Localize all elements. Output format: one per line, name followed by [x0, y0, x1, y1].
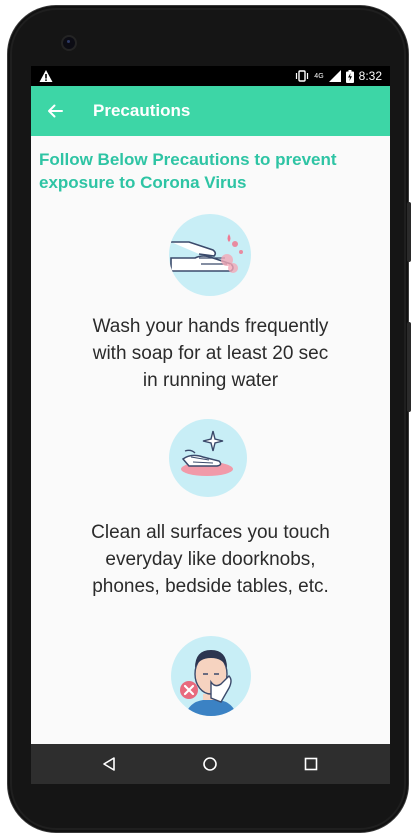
signal-icon — [328, 70, 341, 82]
warning-icon — [39, 70, 53, 82]
back-button[interactable] — [41, 97, 69, 125]
precaution-line: in running water — [142, 370, 279, 391]
status-bar: 4G 8:32 — [31, 66, 390, 86]
status-time: 8:32 — [358, 69, 382, 83]
nav-recents-button[interactable] — [281, 744, 341, 784]
arrow-left-icon — [48, 104, 63, 118]
nav-home-button[interactable] — [180, 744, 240, 784]
network-type-label: 4G — [314, 72, 324, 80]
precautions-list[interactable]: Follow Below Precautions to prevent expo… — [31, 136, 390, 744]
power-button — [407, 322, 411, 412]
headline: Follow Below Precautions to prevent expo… — [39, 150, 337, 192]
volume-button — [407, 202, 411, 262]
hand-washing-icon — [169, 214, 251, 296]
precaution-text-2: Clean all surfaces you touch everyday li… — [31, 519, 390, 600]
precaution-text-1: Wash your hands frequently with soap for… — [31, 313, 390, 394]
nav-back-button[interactable] — [79, 744, 139, 784]
navigation-bar — [31, 744, 390, 784]
precaution-line: with soap for at least 20 sec — [92, 343, 329, 364]
recents-square-icon — [304, 757, 318, 771]
battery-charging-icon — [345, 69, 354, 83]
screen: 4G 8:32 Precautions Follow Below Precaut… — [31, 66, 390, 784]
back-triangle-icon — [103, 757, 115, 771]
app-bar: Precautions — [31, 86, 390, 136]
precaution-line: phones, bedside tables, etc. — [92, 576, 329, 597]
front-camera — [63, 37, 75, 49]
home-circle-icon — [203, 757, 217, 771]
status-icons: 4G 8:32 — [295, 66, 382, 86]
precaution-line: Clean all surfaces you touch — [91, 522, 330, 543]
no-face-touch-icon — [171, 636, 251, 716]
vibrate-icon — [296, 70, 309, 82]
page-title: Precautions — [93, 101, 191, 120]
precaution-line: Wash your hands frequently — [92, 316, 329, 337]
surface-cleaning-icon — [169, 419, 247, 497]
precaution-line: everyday like doorknobs, — [105, 549, 316, 570]
